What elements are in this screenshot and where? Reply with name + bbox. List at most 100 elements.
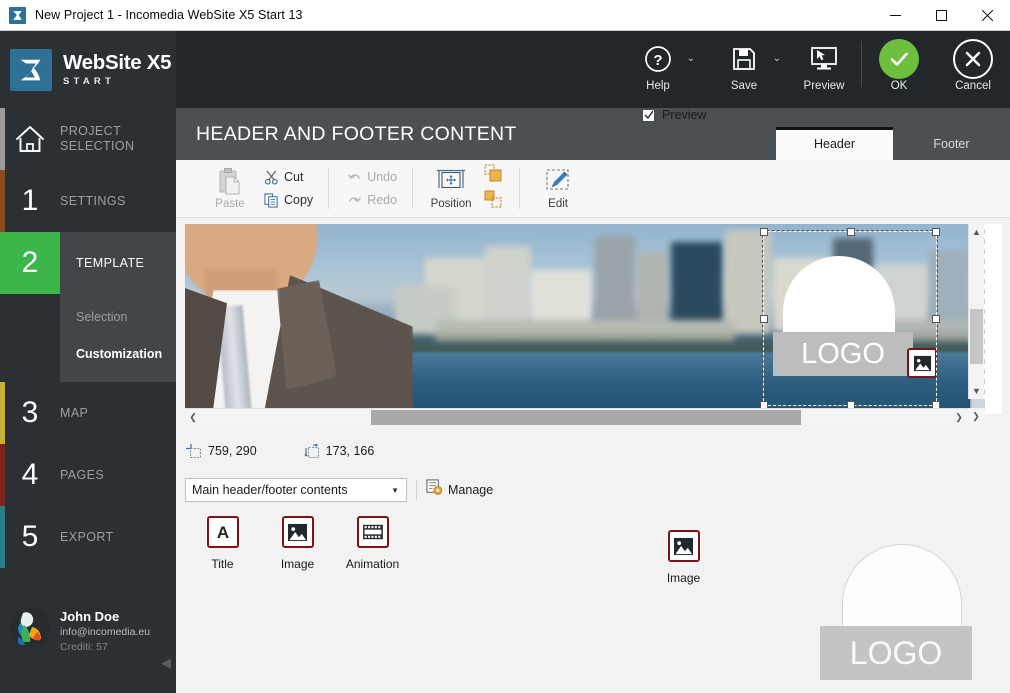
undo-button[interactable]: Undo [340, 166, 401, 189]
svg-text:A: A [216, 523, 228, 542]
check-circle-icon [879, 39, 919, 79]
hscroll-thumb[interactable] [371, 409, 801, 425]
vscroll-thumb[interactable] [970, 309, 983, 364]
home-icon [0, 124, 60, 154]
sidebar-item-label: PAGES [60, 467, 105, 482]
edit-button[interactable]: Edit [531, 162, 585, 216]
chevron-right-icon[interactable]: ❯ [951, 412, 967, 423]
title-bar: New Project 1 - Incomedia WebSite X5 Sta… [0, 0, 1010, 31]
sidebar-item-export[interactable]: 5 EXPORT [0, 506, 176, 568]
application-window: New Project 1 - Incomedia WebSite X5 Sta… [0, 0, 1010, 693]
ok-button[interactable]: OK [862, 31, 936, 108]
chevron-down-icon[interactable]: ▼ [969, 383, 984, 399]
save-button[interactable]: ⌄ Save [701, 31, 787, 108]
paste-button[interactable]: Paste [203, 162, 257, 216]
sidebar-subitem-customization[interactable]: Customization [60, 335, 176, 372]
collapse-arrow-icon[interactable]: ◀ [161, 655, 171, 671]
chevron-down-icon: ⌄ [772, 53, 781, 64]
position-move-icon [436, 166, 466, 198]
design-canvas[interactable]: LOGO [185, 224, 985, 414]
paste-label: Paste [215, 197, 245, 210]
bring-to-front-icon[interactable] [484, 164, 502, 187]
chevron-left-icon[interactable]: ❮ [185, 412, 201, 423]
sidebar-item-label: SETTINGS [60, 193, 126, 208]
palette-item-title[interactable]: A Title [185, 516, 260, 571]
toolbar-separator [412, 168, 414, 209]
resize-grip-icon[interactable]: ❯ [968, 408, 984, 425]
resize-handle-nw[interactable] [760, 228, 768, 236]
position-label: Position [430, 197, 472, 210]
sidebar-item-number: 3 [21, 396, 39, 429]
send-to-back-icon[interactable] [484, 190, 502, 213]
sidebar-item-project-selection[interactable]: PROJECT SELECTION [0, 108, 176, 170]
position-button[interactable]: Position [424, 162, 478, 216]
tab-header[interactable]: Header [776, 127, 893, 160]
accent-strip [0, 108, 5, 170]
sidebar-subitem-selection[interactable]: Selection [60, 298, 176, 335]
sidebar-item-pages[interactable]: 4 PAGES [0, 444, 176, 506]
hscroll-track[interactable] [201, 409, 985, 426]
sidebar-item-label: EXPORT [60, 529, 114, 544]
redo-button[interactable]: Redo [340, 189, 401, 212]
size-value: 173, 166 [325, 444, 375, 458]
resize-handle-e[interactable] [932, 315, 940, 323]
tab-footer[interactable]: Footer [893, 127, 1010, 160]
chevron-up-icon[interactable]: ▲ [969, 224, 984, 240]
copy-button[interactable]: Copy [257, 189, 317, 212]
palette-item-animation[interactable]: Animation [335, 516, 410, 571]
close-button[interactable] [964, 0, 1010, 31]
clipboard-icon [217, 166, 243, 198]
preview-checkbox[interactable]: Preview [642, 108, 706, 122]
sidebar-item-template[interactable]: 2 TEMPLATE [0, 232, 176, 294]
preview-button[interactable]: Preview [787, 31, 861, 108]
sidebar-item-label: TEMPLATE [76, 255, 145, 270]
resize-handle-n[interactable] [847, 228, 855, 236]
contents-select[interactable]: Main header/footer contents ▼ [185, 478, 407, 502]
palette-item-image[interactable]: Image [260, 516, 335, 571]
user-panel[interactable]: John Doe info@incomedia.eu Crediti: 57 ◀ [0, 593, 176, 693]
sidebar-item-number: 4 [21, 458, 39, 491]
scissors-icon [261, 170, 281, 185]
manage-button[interactable]: Manage [426, 479, 493, 501]
help-label: Help [646, 80, 670, 92]
preview-logo-text: LOGO [820, 626, 972, 680]
cut-button[interactable]: Cut [257, 166, 317, 189]
canvas-vertical-scrollbar[interactable]: ▲ ▼ [968, 224, 984, 399]
avatar [10, 607, 50, 647]
sidebar-item-number: 5 [21, 520, 39, 553]
history-group: Undo Redo [331, 160, 410, 217]
sidebar-item-label: PROJECT SELECTION [60, 124, 134, 154]
undo-label: Undo [367, 170, 398, 184]
cut-label: Cut [284, 170, 304, 184]
minimize-button[interactable] [872, 0, 918, 31]
maximize-button[interactable] [918, 0, 964, 31]
pencil-edit-icon [543, 166, 573, 198]
palette-item-label: Title [211, 557, 234, 571]
window-title: New Project 1 - Incomedia WebSite X5 Sta… [35, 8, 303, 22]
position-group: Position [415, 160, 517, 217]
sidebar-item-settings[interactable]: 1 SETTINGS [0, 170, 176, 232]
resize-handle-ne[interactable] [932, 228, 940, 236]
copy-label: Copy [284, 193, 314, 207]
canvas-horizontal-scrollbar[interactable]: ❮ ❯ [185, 408, 985, 425]
contents-control-row: Main header/footer contents ▼ Manage Pre… [185, 108, 1010, 502]
sidebar-item-label: MAP [60, 405, 89, 420]
page-header: HEADER AND FOOTER CONTENT Header Footer [176, 108, 1010, 160]
edit-label: Edit [548, 197, 568, 210]
selection-frame[interactable] [760, 228, 940, 409]
contents-select-value: Main header/footer contents [192, 483, 348, 497]
header-canvas-area: LOGO ▲ ▼ ❮ ❯ ❯ [185, 224, 1002, 425]
brand-text: WebSite X5 START [63, 52, 172, 87]
sidebar-item-map[interactable]: 3 MAP [0, 382, 176, 444]
resize-handle-w[interactable] [760, 315, 768, 323]
toolbar-separator [328, 168, 330, 209]
brand-bar: WebSite X5 START [0, 31, 176, 108]
user-name: John Doe [60, 609, 120, 624]
user-email: info@incomedia.eu [60, 626, 151, 638]
floppy-disk-icon [730, 40, 758, 78]
help-button[interactable]: ? ⌄ Help [615, 31, 701, 108]
preview-object-image[interactable]: Image [646, 530, 721, 585]
chevron-down-icon: ⌄ [686, 53, 695, 64]
accent-strip [0, 170, 5, 232]
cancel-button[interactable]: Cancel [936, 31, 1010, 108]
